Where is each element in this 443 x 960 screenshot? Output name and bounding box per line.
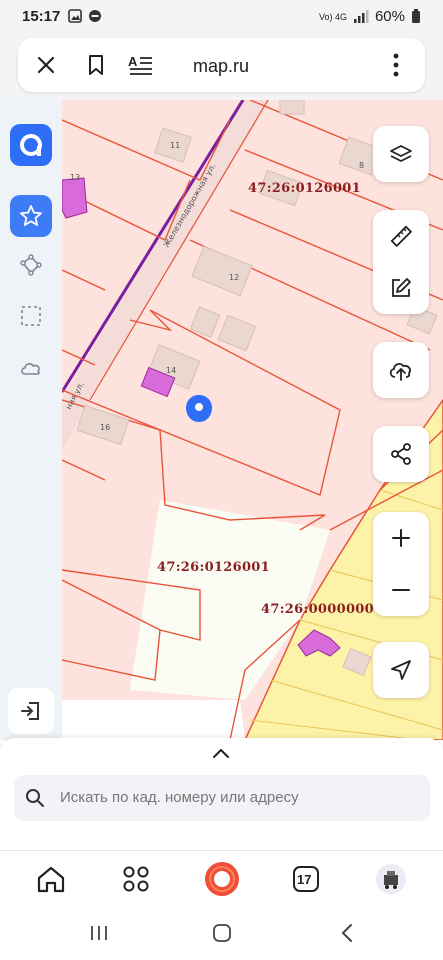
left-toolbar [0, 100, 62, 740]
svg-text:A: A [128, 54, 138, 69]
cadastral-label: 47:26:0000000 [261, 602, 374, 617]
zoom-in-icon[interactable] [373, 512, 429, 564]
cloud-icon[interactable] [17, 354, 45, 382]
house-number: 12 [229, 273, 239, 282]
url-box: A map.ru [18, 38, 425, 92]
locate-button[interactable] [373, 642, 429, 698]
home-button-icon[interactable] [209, 920, 235, 946]
layers-button[interactable] [373, 126, 429, 182]
upload-icon[interactable] [373, 342, 429, 398]
battery-percent: 60% [374, 8, 405, 25]
status-right: Vo) 4G 60% [319, 8, 421, 25]
home-icon[interactable] [31, 859, 71, 899]
close-icon[interactable] [32, 51, 60, 79]
ruler-icon[interactable] [373, 210, 429, 262]
cadastral-label: 47:26:0126001 [157, 560, 270, 575]
notification-icons [68, 9, 102, 23]
edit-icon[interactable] [373, 262, 429, 314]
location-pin-icon[interactable] [186, 395, 212, 422]
house-number: 16 [100, 423, 110, 432]
share-icon[interactable] [373, 426, 429, 482]
zoom-group [373, 512, 429, 616]
calendar-icon[interactable]: 17 [286, 859, 326, 899]
layers-icon[interactable] [373, 126, 429, 182]
house-number: 13 [70, 173, 80, 182]
zoom-out-icon[interactable] [373, 564, 429, 616]
house-number: 8 [359, 161, 364, 170]
bottom-nav: 17 [0, 850, 443, 906]
search-box[interactable]: Искать по кад. номеру или адресу [14, 775, 430, 821]
locate-icon[interactable] [373, 642, 429, 698]
status-bar: 15:17 Vo) 4G 60% [0, 0, 443, 34]
browser-bar: A map.ru [0, 34, 443, 100]
logo-icon[interactable] [10, 124, 52, 166]
tools-group [373, 210, 429, 314]
more-menu-icon[interactable] [382, 51, 410, 79]
recent-apps-icon[interactable] [86, 920, 112, 946]
cadastral-label: 47:26:0126001 [248, 181, 361, 196]
house-number: 11 [170, 141, 180, 150]
chevron-up-icon[interactable] [206, 742, 236, 764]
image-notification-icon [68, 9, 82, 23]
search-input[interactable]: Искать по кад. номеру или адресу [60, 789, 299, 806]
upload-button[interactable] [373, 342, 429, 398]
polyline-icon[interactable] [17, 251, 45, 279]
profile-avatar[interactable] [371, 859, 411, 899]
alice-assistant-icon[interactable] [202, 859, 242, 899]
bookmark-icon[interactable] [82, 51, 110, 79]
status-time: 15:17 [22, 8, 61, 25]
house-number: 14 [166, 366, 176, 375]
back-icon[interactable] [334, 920, 360, 946]
star-icon[interactable] [10, 195, 52, 237]
select-area-icon[interactable] [17, 302, 45, 330]
apps-icon[interactable] [116, 859, 156, 899]
search-icon [24, 787, 46, 809]
network-indicator: Vo) 4G [318, 11, 347, 22]
calendar-day: 17 [297, 872, 312, 887]
login-icon[interactable] [8, 688, 54, 734]
reader-mode-icon[interactable]: A [126, 51, 156, 79]
battery-icon [412, 9, 420, 23]
system-nav-bar [0, 906, 443, 960]
bottom-sheet: Искать по кад. номеру или адресу [0, 738, 443, 850]
share-button[interactable] [373, 426, 429, 482]
signal-icon [353, 9, 369, 23]
url-text[interactable]: map.ru [193, 56, 249, 77]
dnd-icon [89, 10, 101, 22]
